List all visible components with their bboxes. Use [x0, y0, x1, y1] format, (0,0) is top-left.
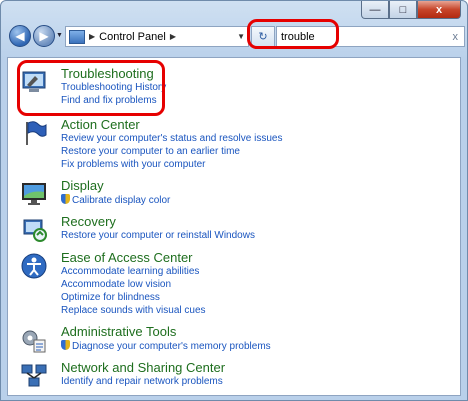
minimize-button[interactable]: —: [361, 1, 389, 19]
back-button[interactable]: ◀: [9, 25, 31, 47]
calibrate-display-label: Calibrate display color: [72, 195, 171, 206]
action-center-flag-icon: [26, 121, 47, 145]
uac-shield-icon: [61, 340, 70, 350]
breadcrumb-separator-icon[interactable]: ▶: [170, 32, 176, 41]
troubleshooting-title[interactable]: Troubleshooting: [61, 66, 154, 81]
address-bar[interactable]: ▶ Control Panel ▶ ▼: [65, 26, 249, 47]
optimize-blindness-link[interactable]: Optimize for blindness: [61, 292, 160, 303]
recent-pages-dropdown-icon[interactable]: ▼: [56, 32, 63, 39]
search-results-pane: Troubleshooting Troubleshooting History …: [7, 57, 461, 396]
uac-shield-icon: [61, 194, 70, 204]
action-center-title[interactable]: Action Center: [61, 117, 140, 132]
recovery-title[interactable]: Recovery: [61, 214, 116, 229]
ease-of-access-icon: [21, 253, 47, 279]
troubleshooting-history-link[interactable]: Troubleshooting History: [61, 82, 166, 93]
display-monitor-icon: [22, 183, 46, 205]
restore-reinstall-link[interactable]: Restore your computer or reinstall Windo…: [61, 230, 255, 241]
breadcrumb-separator-icon[interactable]: ▶: [89, 32, 95, 41]
clear-search-icon[interactable]: x: [453, 31, 459, 43]
visual-cues-link[interactable]: Replace sounds with visual cues: [61, 305, 206, 316]
control-panel-icon: [69, 29, 85, 44]
troubleshooting-icon: [22, 71, 46, 92]
forward-button[interactable]: ▶: [33, 25, 55, 47]
address-dropdown-icon[interactable]: ▼: [237, 32, 245, 41]
diagnose-memory-link[interactable]: Diagnose your computer's memory problems: [61, 340, 271, 352]
restore-earlier-time-link[interactable]: Restore your computer to an earlier time: [61, 146, 240, 157]
diagnose-memory-label: Diagnose your computer's memory problems: [72, 341, 271, 352]
control-panel-window: — □ x ◀ ▶ ▼ ▶ Control Panel ▶ ▼ ↻ x: [0, 0, 468, 401]
identify-repair-network-link[interactable]: Identify and repair network problems: [61, 376, 223, 387]
review-status-link[interactable]: Review your computer's status and resolv…: [61, 133, 282, 144]
caption-buttons: — □ x: [361, 1, 461, 19]
search-box[interactable]: x: [276, 26, 465, 47]
administrative-tools-title[interactable]: Administrative Tools: [61, 324, 176, 339]
display-title[interactable]: Display: [61, 178, 104, 193]
breadcrumb-control-panel[interactable]: Control Panel: [99, 31, 166, 43]
recovery-icon: [23, 219, 47, 242]
network-sharing-title[interactable]: Network and Sharing Center: [61, 360, 225, 375]
navigation-toolbar: ◀ ▶ ▼ ▶ Control Panel ▶ ▼ ↻ x: [7, 23, 465, 49]
learning-abilities-link[interactable]: Accommodate learning abilities: [61, 266, 199, 277]
search-input[interactable]: [281, 30, 431, 43]
refresh-button[interactable]: ↻: [251, 26, 275, 47]
administrative-tools-icon: [22, 330, 46, 353]
find-fix-problems-link[interactable]: Find and fix problems: [61, 95, 157, 106]
ease-of-access-title[interactable]: Ease of Access Center: [61, 250, 193, 265]
calibrate-display-link[interactable]: Calibrate display color: [61, 194, 170, 206]
low-vision-link[interactable]: Accommodate low vision: [61, 279, 171, 290]
fix-problems-link[interactable]: Fix problems with your computer: [61, 159, 206, 170]
close-button[interactable]: x: [417, 1, 461, 19]
network-sharing-icon: [21, 364, 47, 387]
maximize-button[interactable]: □: [389, 1, 417, 19]
